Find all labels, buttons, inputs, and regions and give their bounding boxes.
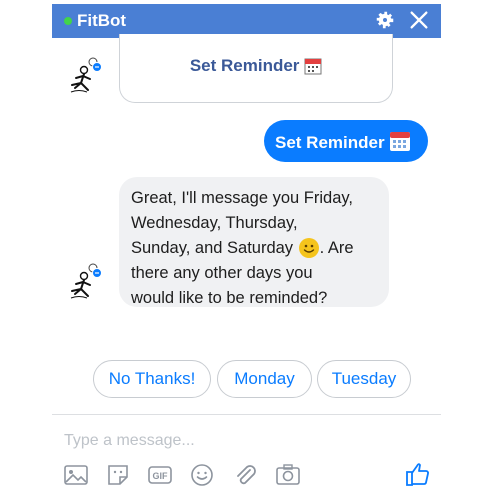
outgoing-message-text: Set Reminder [275, 133, 385, 152]
message-input[interactable]: Type a message... [64, 432, 195, 450]
calendar-icon [304, 58, 322, 75]
svg-text:GIF: GIF [153, 471, 169, 481]
reminder-card: Set Reminder [119, 34, 393, 103]
incoming-line: Wednesday, Thursday, [131, 214, 298, 232]
chat-window: FitBot Set Reminder Set Reminder Great, … [52, 4, 441, 501]
quick-reply-no-thanks[interactable]: No Thanks! [93, 360, 211, 398]
incoming-line: Sunday, and Saturday . Are [131, 238, 354, 258]
thumbs-up-icon[interactable] [404, 460, 432, 488]
incoming-message: Great, I'll message you Friday, Wednesda… [119, 177, 389, 307]
close-icon[interactable] [408, 9, 430, 31]
image-icon[interactable] [63, 462, 89, 488]
composer-divider [52, 414, 441, 415]
paperclip-icon[interactable] [232, 462, 258, 488]
quick-reply-monday[interactable]: Monday [217, 360, 312, 398]
online-status-dot [64, 17, 72, 25]
card-button-label: Set Reminder [189, 56, 300, 75]
incoming-line: there any other days you [131, 264, 313, 282]
gear-icon[interactable] [374, 9, 396, 31]
bot-avatar [70, 57, 102, 93]
bot-avatar [70, 263, 102, 299]
calendar-icon [390, 132, 411, 151]
camera-icon[interactable] [275, 462, 301, 488]
chat-header: FitBot [52, 4, 441, 38]
incoming-line: Great, I'll message you Friday, [131, 189, 354, 207]
quick-reply-tuesday[interactable]: Tuesday [317, 360, 411, 398]
smiley-emoji-icon [298, 238, 319, 258]
sticker-icon[interactable] [105, 462, 131, 488]
incoming-line: would like to be reminded? [131, 289, 328, 307]
chat-title: FitBot [77, 11, 127, 30]
card-set-reminder-button[interactable]: Set Reminder [120, 56, 392, 76]
outgoing-message: Set Reminder [264, 120, 428, 162]
emoji-icon[interactable] [189, 462, 215, 488]
gif-icon[interactable]: GIF [147, 462, 173, 488]
